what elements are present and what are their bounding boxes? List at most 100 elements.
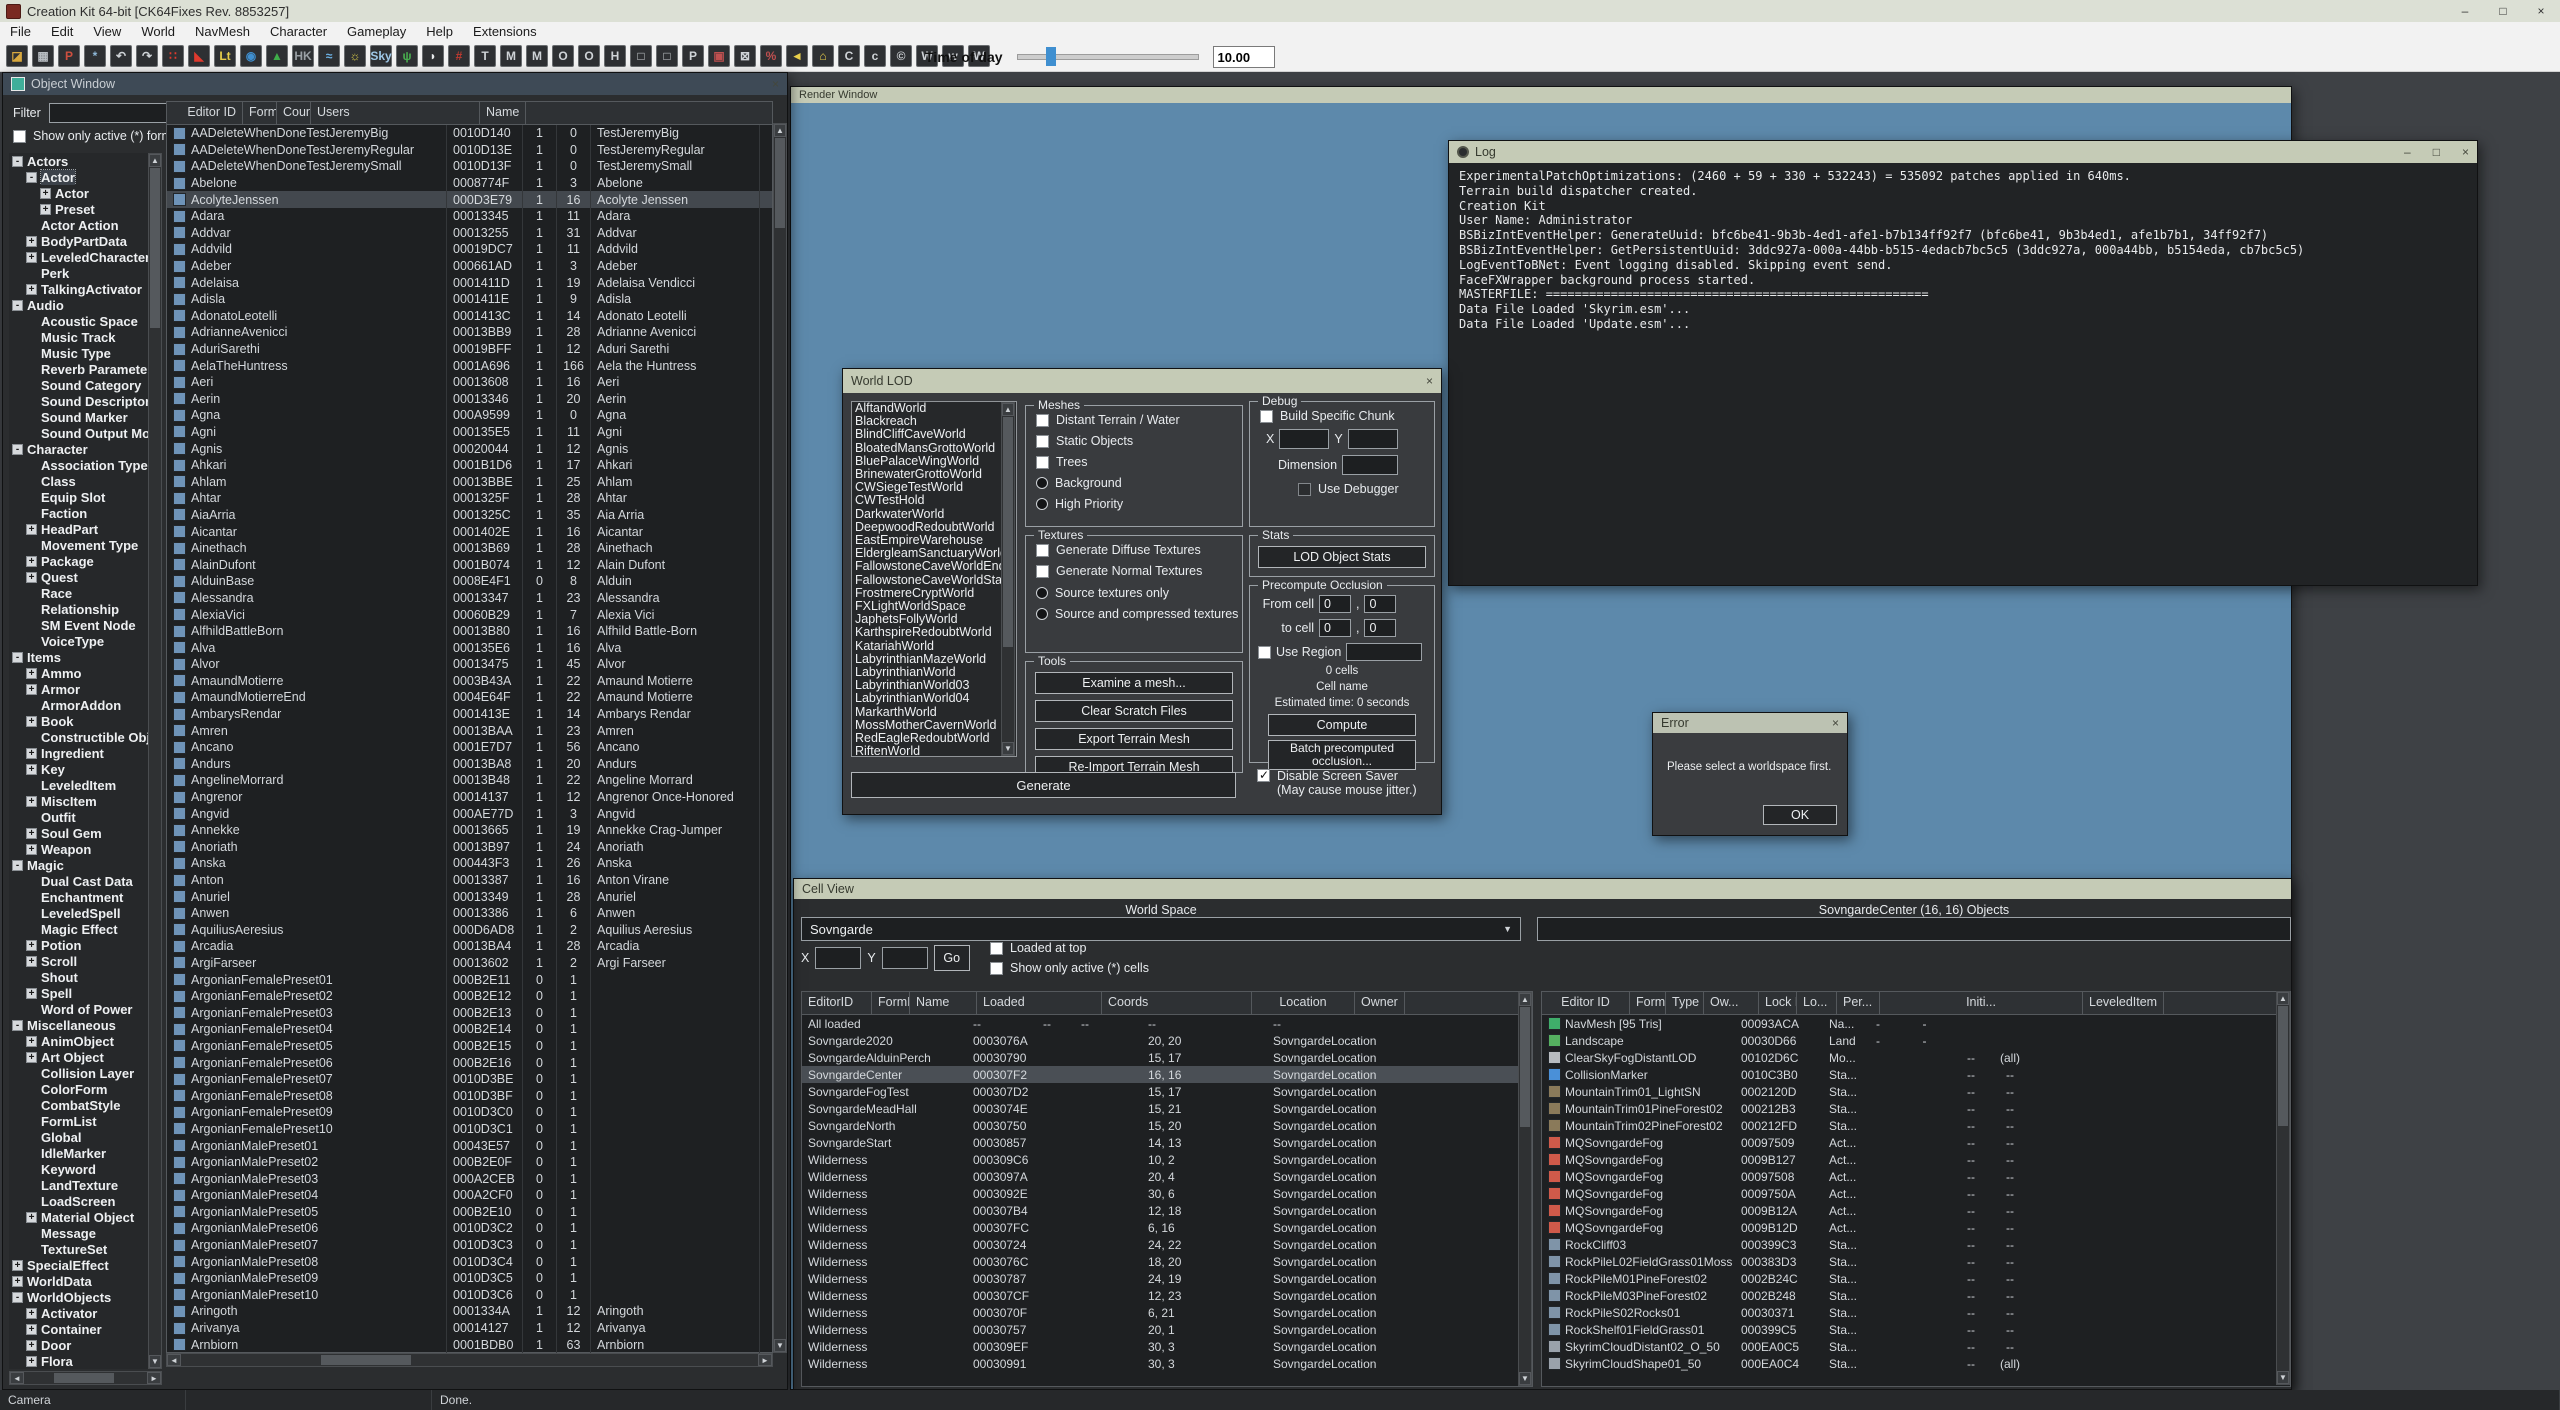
toolbar-grass-icon[interactable]: ψ: [396, 45, 418, 67]
object-table-row[interactable]: Angvid 000AE77D 1 3 Angvid: [167, 805, 772, 822]
log-minimize-button[interactable]: –: [2404, 145, 2411, 159]
toolbar-redo-icon[interactable]: ↷: [136, 45, 158, 67]
tree-item[interactable]: Perk: [9, 265, 148, 281]
texture-radio[interactable]: [1036, 587, 1048, 599]
object-table-row[interactable]: Amren 00013BAA 1 23 Amren: [167, 722, 772, 739]
maximize-button[interactable]: □: [2484, 0, 2522, 22]
toolbar-collision-c-small-icon[interactable]: c: [864, 45, 886, 67]
go-button[interactable]: Go: [934, 945, 970, 971]
tree-item[interactable]: Word of Power: [9, 1001, 148, 1017]
tree-expander-icon[interactable]: +: [26, 828, 37, 839]
tree-item[interactable]: Collision Layer: [9, 1065, 148, 1081]
tree-item[interactable]: Class: [9, 473, 148, 489]
object-table-row[interactable]: AdonatoLeotelli 0001413C 1 14 Adonato Le…: [167, 308, 772, 325]
tree-item[interactable]: Acoustic Space: [9, 313, 148, 329]
tree-expander-icon[interactable]: -: [12, 860, 23, 871]
object-row[interactable]: MQSovngardeFog 0009750A Act... -- --: [1542, 1185, 2290, 1202]
toolbar-local-transform-icon[interactable]: Lt: [214, 45, 236, 67]
object-table-row[interactable]: Arnbiorn 0001BDB0 1 63 Arnbiorn: [167, 1336, 772, 1353]
dimension-input[interactable]: [1342, 455, 1398, 475]
object-table-row[interactable]: AlexiaVici 00060B29 1 7 Alexia Vici: [167, 606, 772, 623]
tree-item[interactable]: Movement Type: [9, 537, 148, 553]
menu-item[interactable]: Help: [416, 22, 463, 42]
tree-item[interactable]: LoadScreen: [9, 1193, 148, 1209]
tree-item[interactable]: Faction: [9, 505, 148, 521]
tree-expander-icon[interactable]: +: [26, 716, 37, 727]
cell-row[interactable]: Wilderness 00030757 20, 1 SovngardeLocat…: [802, 1321, 1532, 1338]
tree-item[interactable]: Sound Output Model: [9, 425, 148, 441]
object-table-row[interactable]: AlainDufont 0001B074 1 12 Alain Dufont: [167, 556, 772, 573]
toolbar-filter-t-icon[interactable]: T: [474, 45, 496, 67]
object-table-row[interactable]: ArgonianFemalePreset10 0010D3C1 0 1: [167, 1121, 772, 1138]
world-lod-titlebar[interactable]: World LOD ×: [843, 369, 1441, 393]
object-table-row[interactable]: Adara 00013345 1 11 Adara: [167, 208, 772, 225]
object-table-row[interactable]: ArgonianMalePreset06 0010D3C2 0 1: [167, 1220, 772, 1237]
object-table-row[interactable]: Arivanya 00014127 1 12 Arivanya: [167, 1320, 772, 1337]
tree-item[interactable]: Keyword: [9, 1161, 148, 1177]
cell-row[interactable]: Wilderness 000307FC 6, 16 SovngardeLocat…: [802, 1219, 1532, 1236]
column-header[interactable]: Name: [480, 102, 526, 124]
cell-view-titlebar[interactable]: Cell View: [794, 879, 2291, 899]
object-table-row[interactable]: Addvar 00013255 1 31 Addvar: [167, 225, 772, 242]
object-row[interactable]: MQSovngardeFog 00097509 Act... -- --: [1542, 1134, 2290, 1151]
tree-item[interactable]: Music Track: [9, 329, 148, 345]
toolbar-doors-icon[interactable]: ⌂: [812, 45, 834, 67]
tree-item[interactable]: + TalkingActivator: [9, 281, 148, 297]
object-table-row[interactable]: Aeri 00013608 1 16 Aeri: [167, 374, 772, 391]
tree-item[interactable]: Sound Category: [9, 377, 148, 393]
object-table-row[interactable]: AiaArria 0001325C 1 35 Aia Arria: [167, 507, 772, 524]
object-table-row[interactable]: ArgonianMalePreset03 000A2CEB 0 1: [167, 1170, 772, 1187]
object-table-row[interactable]: ArgonianFemalePreset02 000B2E12 0 1: [167, 988, 772, 1005]
object-table-row[interactable]: ArgonianFemalePreset07 0010D3BE 0 1: [167, 1071, 772, 1088]
object-table-row[interactable]: Ancano 0001E7D7 1 56 Ancano: [167, 739, 772, 756]
cell-row[interactable]: SovngardeCenter 000307F2 16, 16 Sovngard…: [802, 1066, 1532, 1083]
tree-expander-icon[interactable]: +: [26, 284, 37, 295]
tree-item[interactable]: Constructible Object: [9, 729, 148, 745]
scroll-right-icon[interactable]: ►: [758, 1354, 772, 1366]
tree-item[interactable]: - Magic: [9, 857, 148, 873]
tree-horizontal-scrollbar[interactable]: ◄ ►: [9, 1371, 162, 1385]
tree-item[interactable]: + Potion: [9, 937, 148, 953]
worldspace-list[interactable]: AlftandWorldBlackreachBlindCliffCaveWorl…: [851, 401, 1017, 757]
tree-expander-icon[interactable]: +: [26, 524, 37, 535]
tree-item[interactable]: - Actor: [9, 169, 148, 185]
tree-expander-icon[interactable]: +: [26, 1356, 37, 1367]
cell-row[interactable]: Wilderness 000309EF 30, 3 SovngardeLocat…: [802, 1338, 1532, 1355]
tree-expander-icon[interactable]: +: [26, 1324, 37, 1335]
tree-item[interactable]: + AnimObject: [9, 1033, 148, 1049]
column-header[interactable]: Lo...: [1797, 992, 1837, 1014]
object-window-close-button[interactable]: ×: [772, 77, 779, 91]
disable-screensaver-checkbox[interactable]: [1257, 769, 1270, 782]
object-row[interactable]: Landscape 00030D66 Land - -: [1542, 1032, 2290, 1049]
build-chunk-checkbox[interactable]: [1260, 410, 1273, 423]
tree-item[interactable]: LandTexture: [9, 1177, 148, 1193]
menu-item[interactable]: NavMesh: [185, 22, 260, 42]
column-header[interactable]: Per...: [1837, 992, 1880, 1014]
column-header[interactable]: Coords: [1102, 992, 1252, 1014]
tree-expander-icon[interactable]: +: [26, 1340, 37, 1351]
mesh-radio[interactable]: [1036, 477, 1048, 489]
scroll-up-icon[interactable]: ▲: [774, 124, 786, 137]
tree-item[interactable]: + Container: [9, 1321, 148, 1337]
tree-item[interactable]: LeveledSpell: [9, 905, 148, 921]
tree-item[interactable]: SM Event Node: [9, 617, 148, 633]
object-table-row[interactable]: Anoriath 00013B97 1 24 Anoriath: [167, 839, 772, 856]
tree-expander-icon[interactable]: +: [26, 748, 37, 759]
tool-button[interactable]: Examine a mesh...: [1035, 672, 1233, 694]
tree-item[interactable]: Music Type: [9, 345, 148, 361]
tree-item[interactable]: + Book: [9, 713, 148, 729]
object-table-row[interactable]: AmaundMotierre 0003B43A 1 22 Amaund Moti…: [167, 673, 772, 690]
world-lod-close-button[interactable]: ×: [1426, 374, 1433, 388]
toolbar-water-icon[interactable]: ≈: [318, 45, 340, 67]
tree-item[interactable]: LeveledItem: [9, 777, 148, 793]
toolbar-collision-c-icon[interactable]: C: [838, 45, 860, 67]
object-row[interactable]: MQSovngardeFog 00097508 Act... -- --: [1542, 1168, 2290, 1185]
object-row[interactable]: RockPileL02FieldGrass01Moss 000383D3 Sta…: [1542, 1253, 2290, 1270]
tree-expander-icon[interactable]: +: [26, 988, 37, 999]
tree-item[interactable]: + HeadPart: [9, 521, 148, 537]
app-titlebar[interactable]: Creation Kit 64-bit [CK64Fixes Rev. 8853…: [0, 0, 2560, 22]
menu-item[interactable]: File: [0, 22, 41, 42]
from-cell-y-input[interactable]: [1364, 595, 1396, 613]
to-cell-x-input[interactable]: [1319, 619, 1351, 637]
tree-expander-icon[interactable]: +: [26, 940, 37, 951]
